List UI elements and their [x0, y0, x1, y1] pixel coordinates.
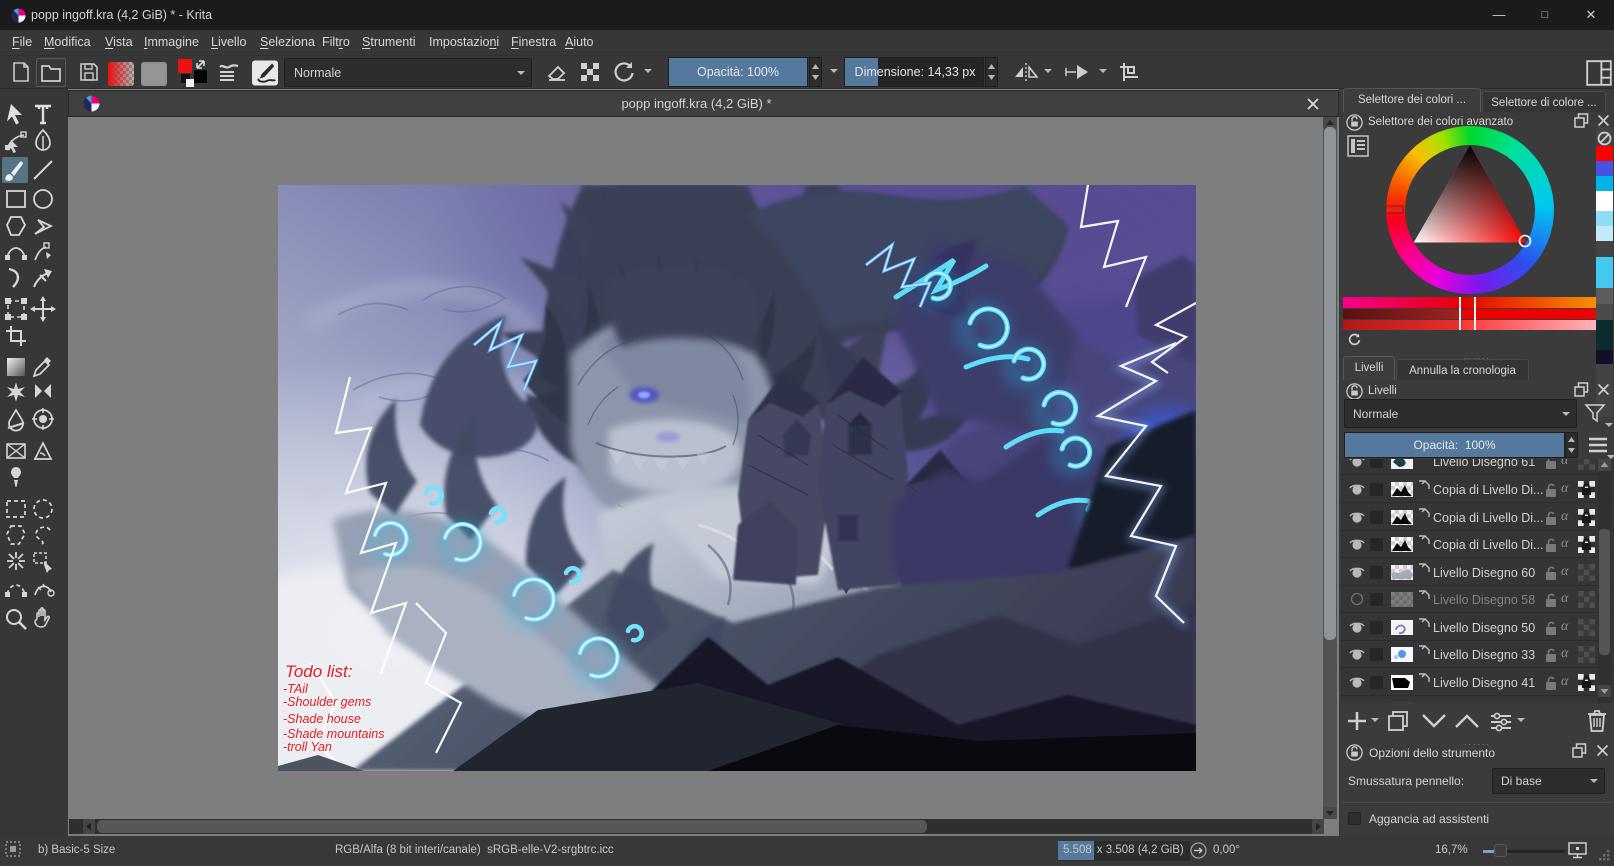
svg-text:Todo list:: Todo list: [285, 662, 353, 681]
svg-text:-troll Yan: -troll Yan [283, 740, 332, 754]
svg-text:-TAil: -TAil [283, 682, 309, 696]
svg-text:-Shade mountains: -Shade mountains [283, 727, 384, 741]
svg-text:-Shoulder gems: -Shoulder gems [283, 695, 371, 709]
svg-text:-Shade house: -Shade house [283, 712, 361, 726]
